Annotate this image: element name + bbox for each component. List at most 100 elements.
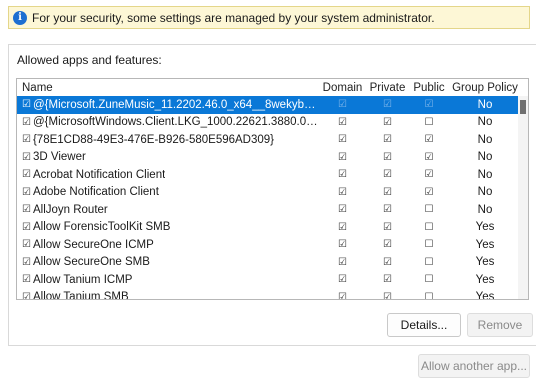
allow-another-app-button[interactable]: Allow another app...	[418, 354, 530, 378]
row-domain-checkbox[interactable]: ☑	[319, 117, 366, 128]
row-enabled-checkbox[interactable]: ☑	[22, 169, 31, 180]
row-domain-checkbox[interactable]: ☑	[319, 274, 366, 285]
scrollbar-thumb[interactable]	[520, 100, 526, 114]
row-domain-checkbox[interactable]: ☑	[319, 204, 366, 215]
row-private-checkbox[interactable]: ☑	[366, 257, 409, 268]
details-button[interactable]: Details...	[387, 313, 461, 337]
row-enabled-checkbox[interactable]: ☑	[22, 204, 31, 215]
row-name-cell: ☑ Allow SecureOne SMB	[17, 256, 319, 268]
row-private-checkbox[interactable]: ☑	[366, 187, 409, 198]
row-name-cell: ☑ Allow Tanium SMB	[17, 291, 319, 300]
row-enabled-checkbox[interactable]: ☑	[22, 187, 31, 198]
row-enabled-checkbox[interactable]: ☑	[22, 274, 31, 285]
row-name-cell: ☑ Adobe Notification Client	[17, 186, 319, 198]
table-row[interactable]: ☑ Allow ForensicToolKit SMB ☑ ☑ ☐ Yes	[17, 219, 528, 237]
row-domain-checkbox[interactable]: ☑	[319, 134, 366, 145]
row-enabled-checkbox[interactable]: ☑	[22, 99, 31, 110]
row-name-label: Allow ForensicToolKit SMB	[32, 221, 171, 234]
row-name-label: {78E1CD88-49E3-476E-B926-580E596AD309}	[32, 133, 275, 146]
row-domain-checkbox[interactable]: ☑	[319, 169, 366, 180]
row-private-checkbox[interactable]: ☑	[366, 134, 409, 145]
table-row[interactable]: ☑ Acrobat Notification Client ☑ ☑ ☑ No	[17, 166, 528, 184]
table-row[interactable]: ☑ 3D Viewer ☑ ☑ ☑ No	[17, 149, 528, 167]
column-public[interactable]: Public	[409, 82, 449, 94]
row-group-policy: No	[477, 98, 493, 111]
row-name-label: Allow SecureOne SMB	[32, 256, 150, 269]
row-enabled-checkbox[interactable]: ☑	[22, 257, 31, 268]
row-public-checkbox[interactable]: ☐	[409, 257, 449, 268]
row-public-checkbox[interactable]: ☐	[409, 204, 449, 215]
row-group-policy: No	[477, 151, 493, 164]
table-row[interactable]: ☑ Adobe Notification Client ☑ ☑ ☑ No	[17, 184, 528, 202]
row-name-label: Allow Tanium SMB	[32, 291, 129, 300]
column-domain[interactable]: Domain	[319, 82, 366, 94]
remove-button[interactable]: Remove	[467, 313, 533, 337]
rows-container: ☑ @{Microsoft.ZuneMusic_11.2202.46.0_x64_…	[17, 96, 528, 300]
row-private-checkbox[interactable]: ☑	[366, 99, 409, 110]
row-public-checkbox[interactable]: ☑	[409, 169, 449, 180]
row-domain-checkbox[interactable]: ☑	[319, 187, 366, 198]
row-private-checkbox[interactable]: ☑	[366, 204, 409, 215]
vertical-scrollbar[interactable]	[518, 96, 528, 299]
row-group-policy: Yes	[475, 221, 495, 234]
row-private-checkbox[interactable]: ☑	[366, 169, 409, 180]
row-public-checkbox[interactable]: ☐	[409, 239, 449, 250]
security-banner: i For your security, some settings are m…	[8, 6, 530, 29]
row-domain-checkbox[interactable]: ☑	[319, 292, 366, 299]
row-name-label: Adobe Notification Client	[32, 186, 159, 199]
row-name-cell: ☑ @{MicrosoftWindows.Client.LKG_1000.2262…	[17, 116, 319, 128]
row-name-cell: ☑ Allow SecureOne ICMP	[17, 239, 319, 251]
row-public-checkbox[interactable]: ☑	[409, 187, 449, 198]
row-name-cell: ☑ 3D Viewer	[17, 151, 319, 163]
row-enabled-checkbox[interactable]: ☑	[22, 134, 31, 145]
column-name[interactable]: Name	[17, 82, 319, 94]
table-row[interactable]: ☑ Allow Tanium SMB ☑ ☑ ☐ Yes	[17, 289, 528, 300]
column-private[interactable]: Private	[366, 82, 409, 94]
row-enabled-checkbox[interactable]: ☑	[22, 292, 31, 299]
column-group-policy[interactable]: Group Policy	[449, 82, 521, 94]
table-row[interactable]: ☑ AllJoyn Router ☑ ☑ ☐ No	[17, 201, 528, 219]
row-public-checkbox[interactable]: ☑	[409, 99, 449, 110]
row-private-checkbox[interactable]: ☑	[366, 222, 409, 233]
row-enabled-checkbox[interactable]: ☑	[22, 152, 31, 163]
table-row[interactable]: ☑ Allow Tanium ICMP ☑ ☑ ☐ Yes	[17, 271, 528, 289]
row-public-checkbox[interactable]: ☐	[409, 222, 449, 233]
row-domain-checkbox[interactable]: ☑	[319, 99, 366, 110]
table-row[interactable]: ☑ @{MicrosoftWindows.Client.LKG_1000.2262…	[17, 114, 528, 132]
table-row[interactable]: ☑ Allow SecureOne ICMP ☑ ☑ ☐ Yes	[17, 236, 528, 254]
row-public-checkbox[interactable]: ☑	[409, 152, 449, 163]
table-row[interactable]: ☑ {78E1CD88-49E3-476E-B926-580E596AD309} ☑…	[17, 131, 528, 149]
row-public-checkbox[interactable]: ☐	[409, 117, 449, 128]
row-private-checkbox[interactable]: ☑	[366, 274, 409, 285]
banner-text: For your security, some settings are man…	[32, 10, 435, 25]
row-name-label: @{Microsoft.ZuneMusic_11.2202.46.0_x64__…	[32, 98, 319, 111]
row-group-policy: No	[477, 186, 493, 199]
allowed-apps-list[interactable]: Name Domain Private Public Group Policy …	[16, 78, 529, 300]
row-public-checkbox[interactable]: ☐	[409, 292, 449, 299]
table-row[interactable]: ☑ @{Microsoft.ZuneMusic_11.2202.46.0_x64_…	[17, 96, 528, 114]
row-name-cell: ☑ Acrobat Notification Client	[17, 169, 319, 181]
list-header: Name Domain Private Public Group Policy	[17, 79, 528, 96]
row-private-checkbox[interactable]: ☑	[366, 292, 409, 299]
row-enabled-checkbox[interactable]: ☑	[22, 222, 31, 233]
row-private-checkbox[interactable]: ☑	[366, 239, 409, 250]
row-group-policy: No	[477, 116, 493, 129]
row-public-checkbox[interactable]: ☐	[409, 274, 449, 285]
row-domain-checkbox[interactable]: ☑	[319, 152, 366, 163]
row-group-policy: No	[477, 133, 493, 146]
row-name-cell: ☑ AllJoyn Router	[17, 204, 319, 216]
row-name-label: AllJoyn Router	[32, 203, 108, 216]
row-public-checkbox[interactable]: ☑	[409, 134, 449, 145]
row-private-checkbox[interactable]: ☑	[366, 152, 409, 163]
row-private-checkbox[interactable]: ☑	[366, 117, 409, 128]
allowed-apps-group: Allowed apps and features: Name Domain P…	[8, 44, 536, 346]
row-enabled-checkbox[interactable]: ☑	[22, 117, 31, 128]
row-name-cell: ☑ Allow Tanium ICMP	[17, 274, 319, 286]
row-name-label: @{MicrosoftWindows.Client.LKG_1000.22621…	[32, 116, 319, 129]
row-domain-checkbox[interactable]: ☑	[319, 257, 366, 268]
row-domain-checkbox[interactable]: ☑	[319, 222, 366, 233]
row-domain-checkbox[interactable]: ☑	[319, 239, 366, 250]
row-group-policy: Yes	[475, 273, 495, 286]
row-enabled-checkbox[interactable]: ☑	[22, 239, 31, 250]
table-row[interactable]: ☑ Allow SecureOne SMB ☑ ☑ ☐ Yes	[17, 254, 528, 272]
